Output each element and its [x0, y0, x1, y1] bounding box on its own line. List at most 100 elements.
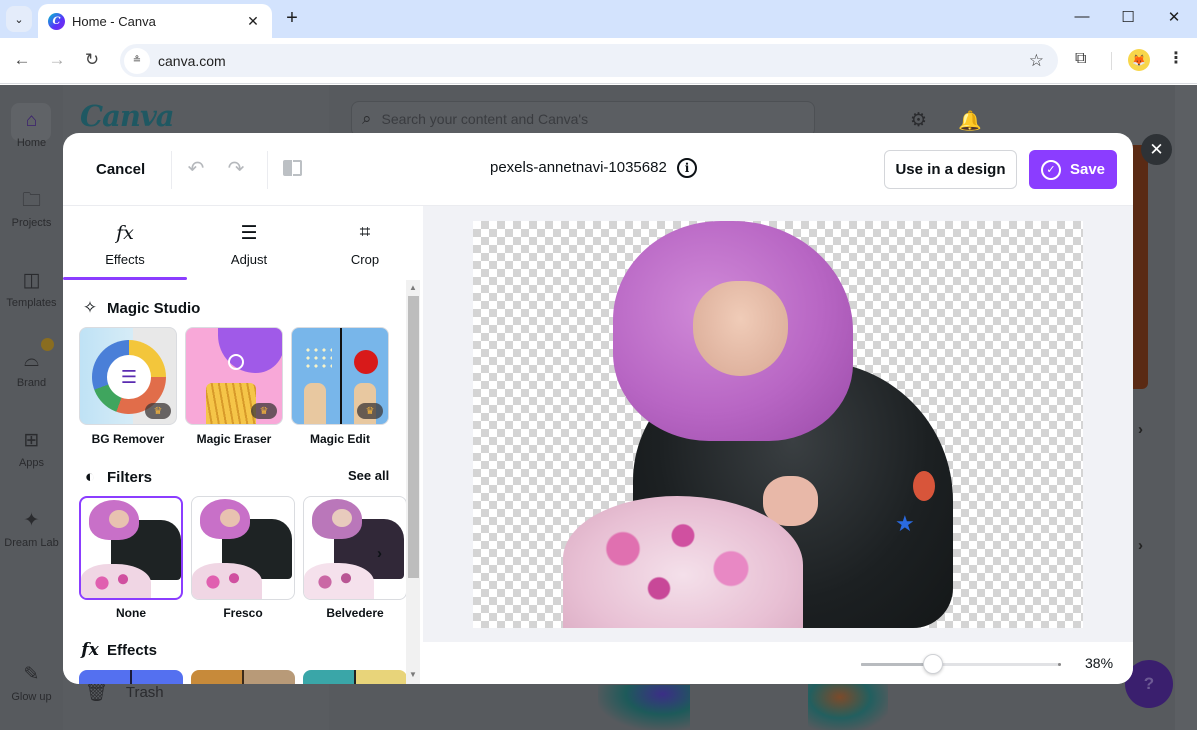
crown-premium-icon: ♛ [145, 403, 171, 419]
forward-arrow-icon: → [48, 50, 66, 69]
adjust-sliders-icon: ☰ [107, 355, 151, 399]
chevron-right-icon[interactable]: › [1138, 537, 1143, 554]
back-arrow-icon: ← [13, 50, 31, 69]
chevron-right-icon[interactable]: › [1138, 421, 1143, 438]
effect-card[interactable] [79, 670, 183, 684]
browser-menu-icon[interactable]: ⋮ [1168, 48, 1184, 68]
tool-label: Magic Eraser [196, 432, 272, 446]
rail-item-home[interactable]: ⌂ Home [0, 109, 63, 149]
rail-item-glow-up[interactable]: ✎ Glow up [0, 663, 63, 703]
close-icon: ✕ [1149, 139, 1164, 159]
browser-toolbar: ← → ↻ ≗ canva.com ☆ ⧉ 🦊 ⋮ [0, 38, 1197, 84]
notifications-bell-icon[interactable]: 🔔 [958, 109, 982, 133]
crown-premium-icon: ♛ [357, 403, 383, 419]
sparkle-icon: ✧ [82, 298, 98, 317]
info-icon[interactable]: i [677, 158, 697, 178]
zoom-slider[interactable] [861, 654, 1061, 674]
left-rail: ⌂ Home 🗀 Projects ◫ Templates ⌓ Brand ⊞ … [0, 85, 63, 730]
rail-label: Dream Lab [4, 537, 59, 549]
redo-icon[interactable]: ↷ [223, 156, 249, 181]
undo-icon[interactable]: ↶ [183, 156, 209, 181]
rail-item-apps[interactable]: ⊞ Apps [0, 429, 63, 469]
scroll-down-arrow-icon[interactable]: ▼ [409, 670, 417, 679]
scrollbar-thumb[interactable] [408, 296, 419, 578]
effect-card[interactable] [303, 670, 406, 684]
scroll-up-arrow-icon[interactable]: ▲ [409, 283, 417, 292]
modal-close-button[interactable]: ✕ [1141, 134, 1172, 165]
save-button[interactable]: ✓ Save [1029, 150, 1117, 189]
effect-card[interactable] [191, 670, 295, 684]
chevron-right-icon[interactable]: › [377, 545, 382, 562]
window-close-button[interactable]: ✕ [1164, 8, 1184, 26]
use-in-design-button[interactable]: Use in a design [884, 150, 1017, 189]
zoom-slider-handle[interactable] [923, 654, 943, 674]
search-placeholder: Search your content and Canva's [381, 111, 589, 127]
check-circle-icon: ✓ [1040, 159, 1061, 180]
chevron-down-icon: ⌄ [14, 13, 24, 26]
crown-premium-icon: ♛ [251, 403, 277, 419]
glow-up-icon: ✎ [23, 664, 40, 685]
extensions-puzzle-icon[interactable]: ⧉ [1075, 50, 1086, 68]
compare-toggle-icon[interactable] [283, 160, 303, 176]
rail-label: Glow up [11, 691, 52, 703]
edited-image-transparent-bg[interactable]: ★ [473, 221, 1083, 628]
forward-button[interactable]: → [45, 48, 69, 72]
filters-heading: ◐ Filters [81, 467, 152, 487]
site-info-icon[interactable]: ≗ [124, 47, 150, 74]
page-scrollbar[interactable] [1175, 85, 1197, 730]
fx-icon: fx [81, 640, 99, 660]
save-label: Save [1069, 161, 1106, 178]
canva-search-input[interactable]: ⌕ Search your content and Canva's [351, 101, 815, 137]
rail-item-templates[interactable]: ◫ Templates [0, 269, 63, 309]
trash-icon: 🗑 [85, 682, 108, 702]
image-editor-modal: Cancel ↶ ↷ pexels-annetnavi-1035682 i Us… [63, 133, 1133, 684]
rail-item-dream-lab[interactable]: ✦ Dream Lab [0, 509, 63, 549]
cancel-button[interactable]: Cancel [83, 155, 158, 183]
rail-label: Projects [11, 217, 52, 229]
image-canvas-area: ★ [423, 206, 1133, 642]
edit-panel: fx Effects ☰ Adjust ⌗ Crop ✧ Magic Studi… [63, 206, 423, 684]
minimize-button[interactable]: — [1072, 8, 1092, 25]
settings-gear-icon[interactable]: ⚙ [910, 109, 927, 132]
address-bar[interactable]: ≗ canva.com ☆ [120, 44, 1058, 77]
maximize-button[interactable]: ☐ [1118, 8, 1138, 26]
templates-icon: ◫ [22, 270, 41, 291]
tab-effects[interactable]: fx Effects [63, 206, 187, 280]
tab-crop[interactable]: ⌗ Crop [303, 206, 427, 280]
filter-fresco-card[interactable] [191, 496, 295, 600]
sliders-icon: ☰ [240, 223, 258, 244]
panel-scrollbar[interactable]: ▲ ▼ [406, 280, 420, 684]
tab-search-button[interactable]: ⌄ [6, 6, 32, 32]
profile-avatar[interactable]: 🦊 [1128, 49, 1150, 71]
reload-button[interactable]: ↻ [80, 48, 104, 72]
trash-label: Trash [125, 684, 164, 701]
canva-logo[interactable]: Canva [80, 99, 175, 133]
magic-edit-card[interactable]: ♛ [291, 327, 389, 425]
magic-eraser-card[interactable]: ♛ [185, 327, 283, 425]
url-text[interactable]: canva.com [158, 53, 1029, 69]
filter-label: Belvedere [326, 606, 384, 620]
back-button[interactable]: ← [10, 48, 34, 72]
dream-lab-icon: ✦ [23, 510, 40, 531]
tab-close-icon[interactable]: ✕ [244, 13, 262, 30]
new-tab-button[interactable]: + [282, 7, 302, 30]
tab-adjust[interactable]: ☰ Adjust [187, 206, 311, 280]
trash-link[interactable]: 🗑 Trash [85, 682, 164, 703]
see-all-filters-link[interactable]: See all [348, 468, 389, 483]
filter-belvedere-card[interactable] [303, 496, 406, 600]
background-thumbnail [808, 683, 888, 730]
filter-none-card[interactable] [79, 496, 183, 600]
bg-remover-card[interactable]: ☰ ♛ [79, 327, 177, 425]
bookmark-star-icon[interactable]: ☆ [1029, 51, 1044, 71]
tab-title: Home - Canva [72, 13, 156, 29]
rail-item-projects[interactable]: 🗀 Projects [0, 189, 63, 229]
panel-scroll-content: ✧ Magic Studio ☰ ♛ BG Remover ♛ Magic Er… [63, 280, 406, 684]
canva-favicon-icon: C [48, 12, 65, 30]
rail-item-brand[interactable]: ⌓ Brand [0, 349, 63, 389]
fx-icon: fx [116, 222, 134, 244]
editor-header: Cancel ↶ ↷ pexels-annetnavi-1035682 i Us… [63, 133, 1133, 206]
header-divider [267, 151, 268, 189]
browser-tab-active[interactable]: C Home - Canva ✕ [38, 4, 272, 38]
brand-kit-icon: ⌓ [23, 350, 40, 371]
tab-label: Crop [350, 252, 380, 267]
